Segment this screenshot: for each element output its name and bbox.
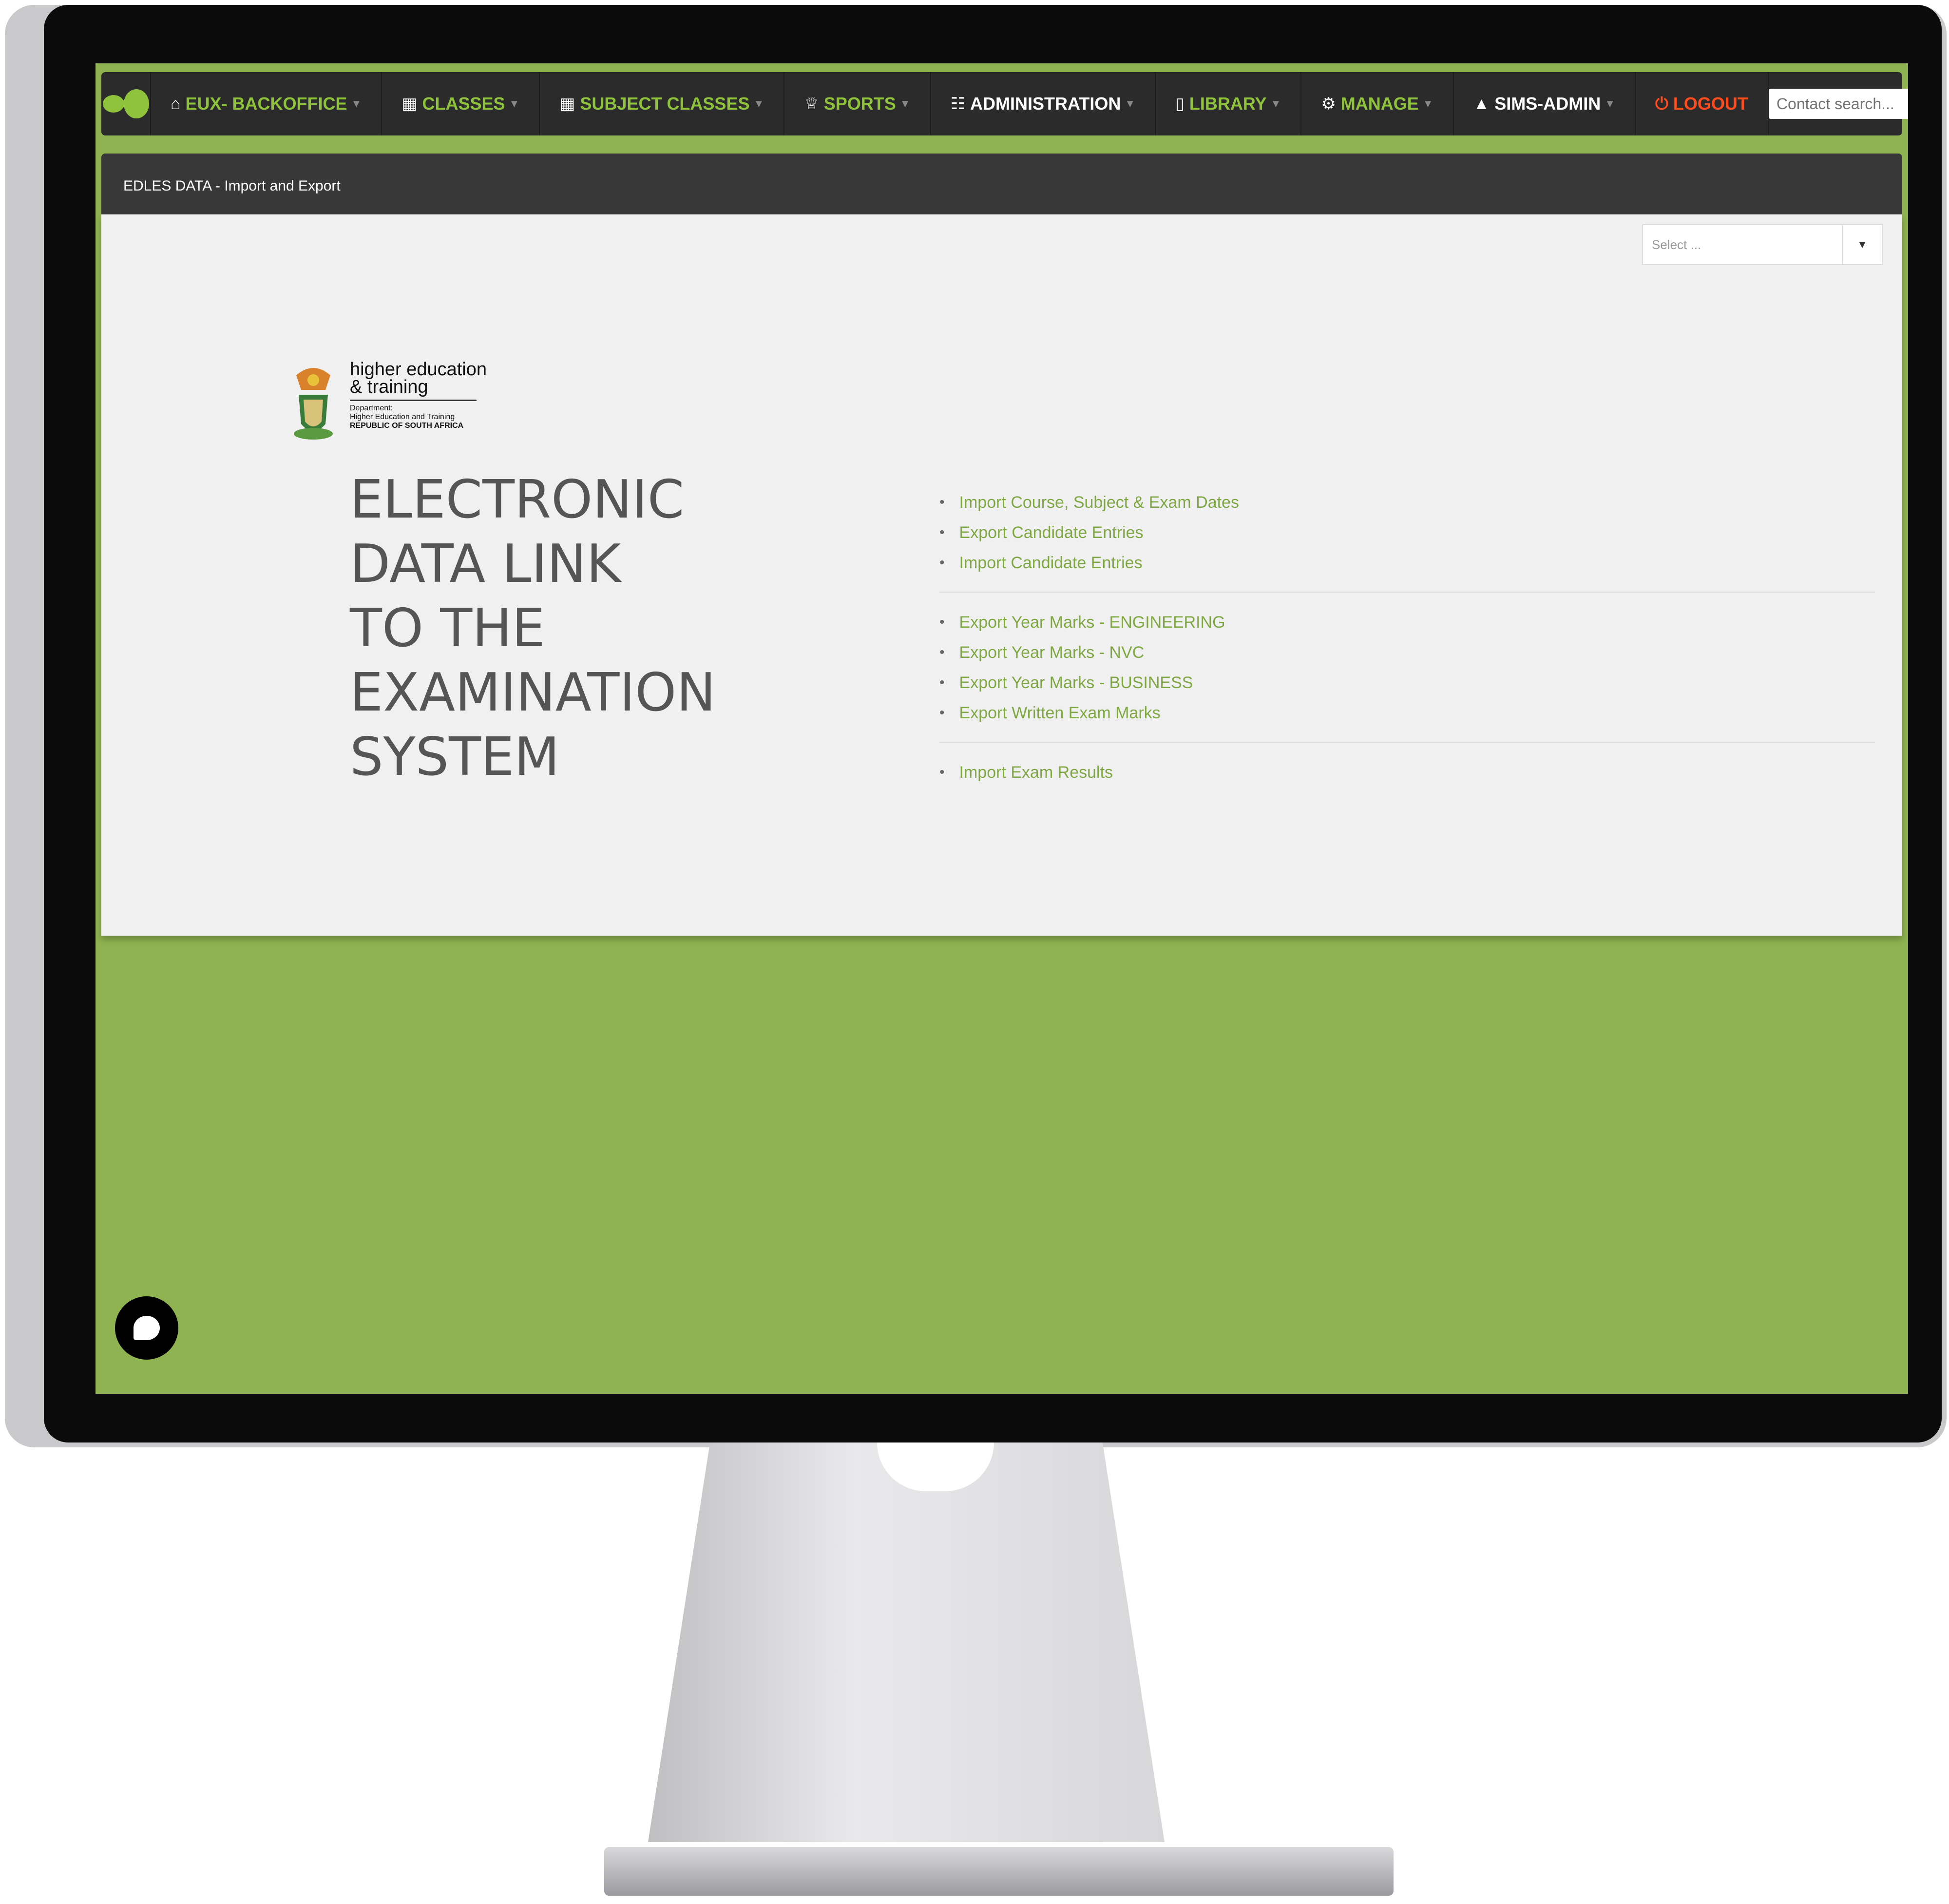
trophy-icon: ♕ bbox=[804, 95, 819, 113]
list-item: • Export Year Marks - NVC bbox=[939, 637, 1875, 668]
caret-down-icon: ▼ bbox=[1605, 97, 1616, 110]
list-item: • Export Written Exam Marks bbox=[939, 698, 1875, 728]
list-item: • Import Candidate Entries bbox=[939, 548, 1875, 578]
bullet-icon: • bbox=[939, 644, 945, 660]
nav-item-manage[interactable]: ⚙ MANAGE ▼ bbox=[1301, 72, 1454, 135]
nav-item-label: LOGOUT bbox=[1673, 94, 1748, 114]
select-placeholder: Select ... bbox=[1652, 237, 1701, 252]
gears-icon: ⚙ bbox=[1321, 95, 1336, 113]
list-item: • Export Year Marks - BUSINESS bbox=[939, 668, 1875, 698]
title-line: SYSTEM bbox=[350, 727, 560, 788]
chat-bubble-icon bbox=[134, 1316, 160, 1340]
bullet-icon: • bbox=[939, 555, 945, 571]
nav-item-label: SUBJECT CLASSES bbox=[580, 94, 750, 114]
action-link[interactable]: Export Written Exam Marks bbox=[959, 698, 1161, 728]
page-title: ELECTRONIC DATA LINK TO THE EXAMINATION … bbox=[350, 468, 716, 789]
list-item: • Import Exam Results bbox=[939, 757, 1875, 788]
book-icon: ▯ bbox=[1175, 95, 1185, 113]
action-link[interactable]: Import Exam Results bbox=[959, 757, 1113, 788]
nav-item-label: MANAGE bbox=[1340, 94, 1419, 114]
action-link[interactable]: Export Candidate Entries bbox=[959, 518, 1144, 548]
screen: ⌂ EUX- BACKOFFICE ▼ ▦ CLASSES ▼ ▦ SUBJECT CLASS… bbox=[96, 63, 1908, 1394]
bullet-icon: • bbox=[939, 614, 945, 630]
select-dropdown[interactable]: Select ... ▼ bbox=[1642, 224, 1883, 265]
action-link[interactable]: Import Candidate Entries bbox=[959, 548, 1143, 578]
chevron-down-icon[interactable]: ▼ bbox=[1842, 225, 1882, 264]
grid-icon: ▦ bbox=[401, 95, 418, 113]
user-icon: ▲ bbox=[1473, 94, 1490, 113]
nav-item-subject-classes[interactable]: ▦ SUBJECT CLASSES ▼ bbox=[540, 72, 785, 135]
nav-item-logout[interactable]: ⏻ LOGOUT bbox=[1636, 72, 1769, 135]
logo-icon bbox=[103, 89, 149, 118]
dept-line1: higher education bbox=[350, 359, 487, 380]
title-line: ELECTRONIC bbox=[350, 469, 685, 530]
nav-item-administration[interactable]: ☷ ADMINISTRATION ▼ bbox=[931, 72, 1156, 135]
caret-down-icon: ▼ bbox=[351, 97, 362, 110]
link-group: • Import Course, Subject & Exam Dates • Exp… bbox=[939, 487, 1875, 593]
nav-item-label: SPORTS bbox=[823, 94, 896, 114]
action-link[interactable]: Export Year Marks - ENGINEERING bbox=[959, 607, 1225, 637]
dept-line2: & training bbox=[350, 377, 428, 397]
bullet-icon: • bbox=[939, 705, 945, 721]
nav-item-label: LIBRARY bbox=[1189, 94, 1267, 114]
nav-item-library[interactable]: ▯ LIBRARY ▼ bbox=[1156, 72, 1302, 135]
list-item: • Import Course, Subject & Exam Dates bbox=[939, 487, 1875, 518]
bullet-icon: • bbox=[939, 494, 945, 510]
power-icon: ⏻ bbox=[1655, 94, 1668, 113]
app-logo[interactable] bbox=[101, 72, 151, 135]
nav-item-sims-admin[interactable]: ▲ SIMS-ADMIN ▼ bbox=[1454, 72, 1636, 135]
caret-down-icon: ▼ bbox=[509, 97, 520, 110]
caret-down-icon: ▼ bbox=[1422, 97, 1433, 110]
top-navbar: ⌂ EUX- BACKOFFICE ▼ ▦ CLASSES ▼ ▦ SUBJECT CLASS… bbox=[101, 72, 1908, 135]
nav-item-eux-backoffice[interactable]: ⌂ EUX- BACKOFFICE ▼ bbox=[151, 72, 382, 135]
action-link[interactable]: Import Course, Subject & Exam Dates bbox=[959, 487, 1239, 518]
bullet-icon: • bbox=[939, 674, 945, 691]
nav-item-sports[interactable]: ♕ SPORTS ▼ bbox=[784, 72, 931, 135]
sitemap-icon: ☷ bbox=[950, 95, 966, 113]
monitor-stand bbox=[648, 1442, 1165, 1842]
list-item: • Export Year Marks - ENGINEERING bbox=[939, 607, 1875, 637]
coat-of-arms-icon bbox=[294, 368, 333, 440]
nav-item-label: EUX- BACKOFFICE bbox=[185, 94, 347, 114]
title-line: TO THE bbox=[350, 598, 545, 659]
dept-line4: Higher Education and Training bbox=[350, 413, 455, 421]
nav-item-label: CLASSES bbox=[422, 94, 505, 114]
bullet-icon: • bbox=[939, 524, 945, 540]
caret-down-icon: ▼ bbox=[899, 97, 911, 110]
contact-search-input[interactable] bbox=[1768, 89, 1908, 119]
dept-line5: REPUBLIC OF SOUTH AFRICA bbox=[350, 422, 464, 430]
grid-icon: ▦ bbox=[559, 95, 575, 113]
nav-item-label: ADMINISTRATION bbox=[970, 94, 1121, 114]
home-icon: ⌂ bbox=[171, 94, 181, 113]
caret-down-icon: ▼ bbox=[1270, 97, 1281, 110]
divider bbox=[350, 400, 477, 401]
caret-down-icon: ▼ bbox=[1125, 97, 1136, 110]
title-line: EXAMINATION bbox=[350, 662, 716, 723]
link-group: • Export Year Marks - ENGINEERING • Export … bbox=[939, 607, 1875, 743]
list-item: • Export Candidate Entries bbox=[939, 518, 1875, 548]
contact-search: ⚲ bbox=[1768, 89, 1908, 119]
dept-line3: Department: bbox=[350, 404, 393, 412]
nav-item-label: SIMS-ADMIN bbox=[1494, 94, 1601, 114]
monitor-base bbox=[604, 1847, 1394, 1896]
action-link[interactable]: Export Year Marks - BUSINESS bbox=[959, 668, 1193, 698]
content-panel: Select ... ▼ higher education & training… bbox=[101, 214, 1902, 936]
bullet-icon: • bbox=[939, 764, 945, 780]
caret-down-icon: ▼ bbox=[753, 97, 764, 110]
breadcrumb: EDLES DATA - Import and Export bbox=[123, 178, 341, 194]
department-logo: higher education & training Department: … bbox=[287, 359, 487, 443]
title-line: DATA LINK bbox=[350, 534, 621, 595]
action-link[interactable]: Export Year Marks - NVC bbox=[959, 637, 1145, 668]
link-group: • Import Exam Results bbox=[939, 757, 1875, 801]
nav-item-classes[interactable]: ▦ CLASSES ▼ bbox=[382, 72, 540, 135]
chat-button[interactable] bbox=[115, 1296, 178, 1360]
import-export-links: • Import Course, Subject & Exam Dates • Exp… bbox=[939, 487, 1875, 816]
